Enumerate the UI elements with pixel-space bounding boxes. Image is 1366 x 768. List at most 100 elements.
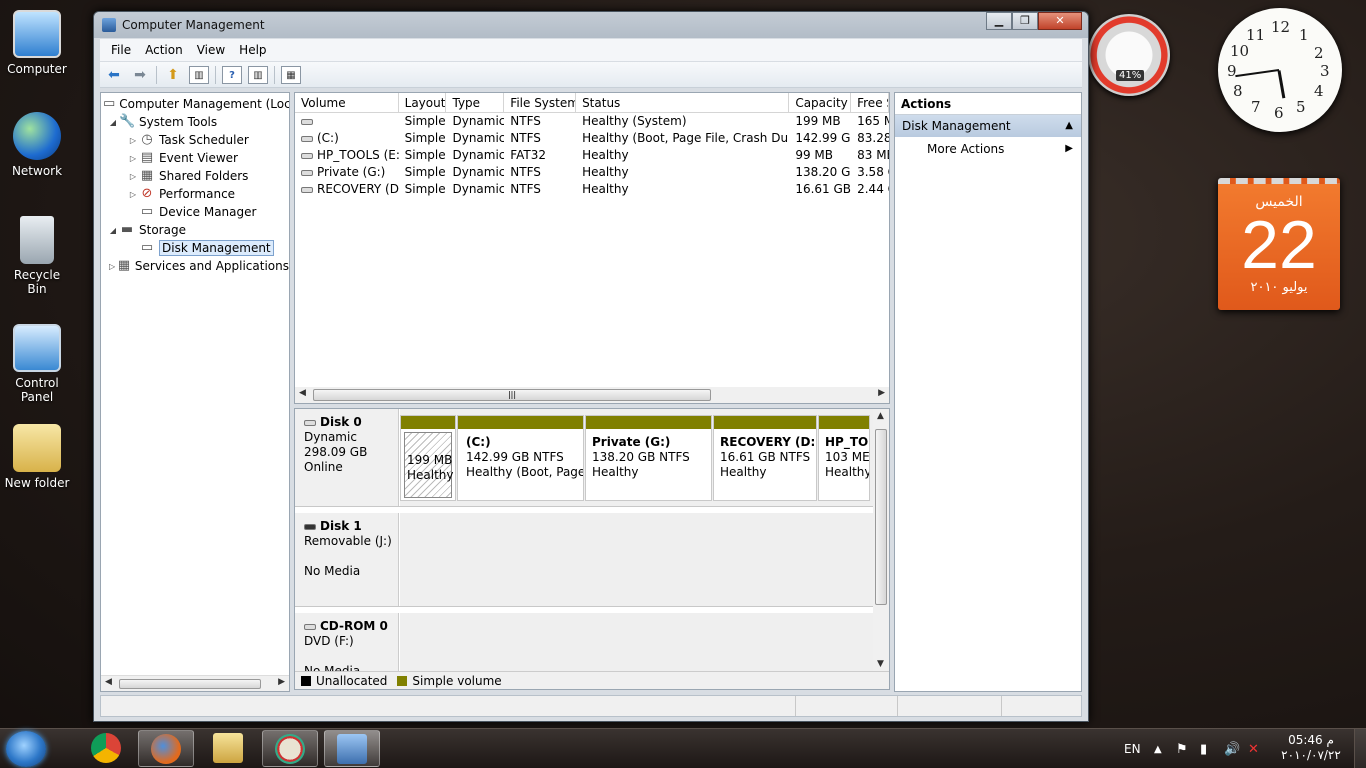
- partition-line1: 16.61 GB NTFS: [720, 450, 811, 464]
- show-hide-action-pane-icon[interactable]: ▥: [248, 65, 268, 84]
- table-row[interactable]: Simple Dynamic NTFS Healthy (System) 199…: [295, 113, 889, 130]
- table-row[interactable]: (C:) Simple Dynamic NTFS Healthy (Boot, …: [295, 130, 889, 147]
- maximize-button[interactable]: ❐: [1012, 12, 1038, 30]
- show-hidden-icons-icon[interactable]: ▲: [1154, 729, 1162, 768]
- column-header-volume[interactable]: Volume: [295, 93, 399, 112]
- expand-arrow-icon[interactable]: ▷: [127, 136, 139, 145]
- capacity-cell: 142.99 GB: [795, 131, 851, 145]
- up-folder-icon[interactable]: ⬆: [163, 66, 183, 84]
- action-center-icon[interactable]: ⚑: [1176, 729, 1188, 768]
- table-row[interactable]: RECOVERY (D:) Simple Dynamic NTFS Health…: [295, 181, 889, 198]
- power-icon[interactable]: ✕: [1248, 729, 1259, 768]
- column-header-capacity[interactable]: Capacity: [789, 93, 852, 112]
- close-button[interactable]: ✕: [1038, 12, 1082, 30]
- desktop-icon-new-folder[interactable]: New folder: [4, 424, 70, 490]
- table-row[interactable]: Private (G:) Simple Dynamic NTFS Healthy…: [295, 164, 889, 181]
- collapse-arrow-icon[interactable]: ◢: [107, 118, 119, 127]
- tree-item-device-manager[interactable]: ▭ Device Manager: [101, 203, 289, 221]
- taskbar-firefox[interactable]: [138, 730, 194, 767]
- volume-cell: Private (G:): [295, 164, 399, 181]
- legend-swatch: [301, 675, 311, 686]
- disk-type: Dynamic: [304, 430, 357, 444]
- tree-item-disk-management[interactable]: ▭ Disk Management: [101, 239, 289, 257]
- tree-item-system-tools[interactable]: ◢ 🔧 System Tools: [101, 113, 289, 131]
- expand-arrow-icon[interactable]: ▷: [127, 154, 139, 163]
- tree-item-event-viewer[interactable]: ▷ ▤ Event Viewer: [101, 149, 289, 167]
- scrollbar-thumb[interactable]: [119, 679, 261, 689]
- network-signal-icon[interactable]: ▮: [1200, 729, 1207, 768]
- desktop-icon-control-panel[interactable]: Control Panel: [4, 324, 70, 404]
- partition-d[interactable]: RECOVERY (D:) 16.61 GB NTFS Healthy: [713, 415, 817, 501]
- tree-item-storage[interactable]: ◢ ▬ Storage: [101, 221, 289, 239]
- taskbar-paint[interactable]: [262, 730, 318, 767]
- properties-icon[interactable]: ▦: [281, 65, 301, 84]
- disk-row-disk0[interactable]: Disk 0 Dynamic 298.09 GB Online 199 MB H…: [295, 409, 873, 507]
- language-indicator[interactable]: EN: [1124, 729, 1141, 768]
- collapse-arrow-icon[interactable]: ◢: [107, 226, 119, 235]
- calendar-gadget[interactable]: الخميس 22 يوليو ٢٠١٠: [1218, 178, 1340, 310]
- tree-item-label: System Tools: [139, 115, 218, 129]
- back-arrow-icon[interactable]: ⬅: [104, 66, 124, 84]
- clock-gadget[interactable]: 12 1 2 3 4 5 6 7 8 9 10 11: [1218, 8, 1342, 132]
- show-desktop-button[interactable]: [1354, 729, 1366, 768]
- collapse-up-icon[interactable]: ▲: [1065, 115, 1073, 137]
- taskbar-clock[interactable]: 05:46 م ٢٠١٠/٠٧/٢٢: [1276, 733, 1346, 763]
- disk-view-vertical-scrollbar[interactable]: ▲ ▼: [873, 409, 889, 673]
- actions-section-disk-management[interactable]: Disk Management ▲: [895, 115, 1081, 137]
- disk-info-panel[interactable]: CD-ROM 0 DVD (F:) No Media: [295, 613, 399, 678]
- tree-item-services-and-applications[interactable]: ▷ ▦ Services and Applications: [101, 257, 289, 275]
- title-bar[interactable]: Computer Management ▁ ❐ ✕: [94, 12, 1088, 38]
- partition-system-reserved[interactable]: 199 MB Healthy: [400, 415, 456, 501]
- volume-icon[interactable]: 🔊: [1224, 729, 1240, 768]
- scroll-down-icon[interactable]: ▼: [877, 659, 884, 669]
- tree-item-root[interactable]: ▭ Computer Management (Local: [101, 95, 289, 113]
- menu-action[interactable]: Action: [138, 43, 190, 57]
- desktop-icon-network[interactable]: Network: [4, 112, 70, 178]
- desktop-icon-computer[interactable]: Computer: [4, 10, 70, 76]
- help-icon[interactable]: ?: [222, 65, 242, 84]
- tree-item-task-scheduler[interactable]: ▷ ◷ Task Scheduler: [101, 131, 289, 149]
- menu-help[interactable]: Help: [232, 43, 273, 57]
- partition-c[interactable]: (C:) 142.99 GB NTFS Healthy (Boot, Page …: [457, 415, 584, 501]
- column-header-layout[interactable]: Layout: [399, 93, 447, 112]
- action-more-actions[interactable]: More Actions ▶: [895, 137, 1081, 161]
- start-button[interactable]: [6, 731, 46, 767]
- expand-arrow-icon[interactable]: ▷: [127, 190, 139, 199]
- column-header-file-system[interactable]: File System: [504, 93, 577, 112]
- column-header-free-space[interactable]: Free S: [851, 93, 889, 112]
- desktop-icon-recycle-bin[interactable]: Recycle Bin: [4, 216, 70, 296]
- tree-horizontal-scrollbar[interactable]: ◀ ▶: [101, 675, 289, 691]
- disk-row-disk1[interactable]: Disk 1 Removable (J:) No Media: [295, 513, 873, 607]
- disk-info-panel[interactable]: Disk 1 Removable (J:) No Media: [295, 513, 399, 606]
- column-header-type[interactable]: Type: [446, 93, 505, 112]
- partition-g[interactable]: Private (G:) 138.20 GB NTFS Healthy: [585, 415, 712, 501]
- volume-list-horizontal-scrollbar[interactable]: ◀ ||| ▶: [295, 387, 889, 403]
- scroll-up-icon[interactable]: ▲: [877, 411, 884, 421]
- menu-view[interactable]: View: [190, 43, 232, 57]
- tree-item-performance[interactable]: ▷ ⊘ Performance: [101, 185, 289, 203]
- taskbar-chrome[interactable]: [78, 730, 134, 767]
- minimize-button[interactable]: ▁: [986, 12, 1012, 30]
- table-row[interactable]: HP_TOOLS (E:) Simple Dynamic FAT32 Healt…: [295, 147, 889, 164]
- forward-arrow-icon[interactable]: ➡: [130, 66, 150, 84]
- services-icon: ▦: [117, 258, 131, 273]
- menu-file[interactable]: File: [104, 43, 138, 57]
- partition-hp-tools[interactable]: HP_TO 103 ME Healthy: [818, 415, 870, 501]
- scroll-left-icon[interactable]: ◀: [299, 388, 306, 398]
- disk-row-cdrom0[interactable]: CD-ROM 0 DVD (F:) No Media: [295, 613, 873, 678]
- disk-type: DVD (F:): [304, 634, 354, 648]
- column-header-status[interactable]: Status: [576, 93, 790, 112]
- scroll-right-icon[interactable]: ▶: [878, 388, 885, 398]
- scrollbar-thumb[interactable]: [875, 429, 887, 605]
- scroll-left-icon[interactable]: ◀: [105, 677, 112, 687]
- show-hide-tree-icon[interactable]: ▥: [189, 65, 209, 84]
- disk-info-panel[interactable]: Disk 0 Dynamic 298.09 GB Online: [295, 409, 399, 506]
- scrollbar-thumb[interactable]: |||: [313, 389, 711, 401]
- expand-arrow-icon[interactable]: ▷: [127, 172, 139, 181]
- scroll-right-icon[interactable]: ▶: [278, 677, 285, 687]
- taskbar-computer-management[interactable]: [324, 730, 380, 767]
- taskbar-explorer[interactable]: [200, 730, 256, 767]
- cpu-meter-gadget[interactable]: 41%: [1088, 14, 1170, 96]
- tree-item-shared-folders[interactable]: ▷ ▦ Shared Folders: [101, 167, 289, 185]
- expand-arrow-icon[interactable]: ▷: [107, 262, 117, 271]
